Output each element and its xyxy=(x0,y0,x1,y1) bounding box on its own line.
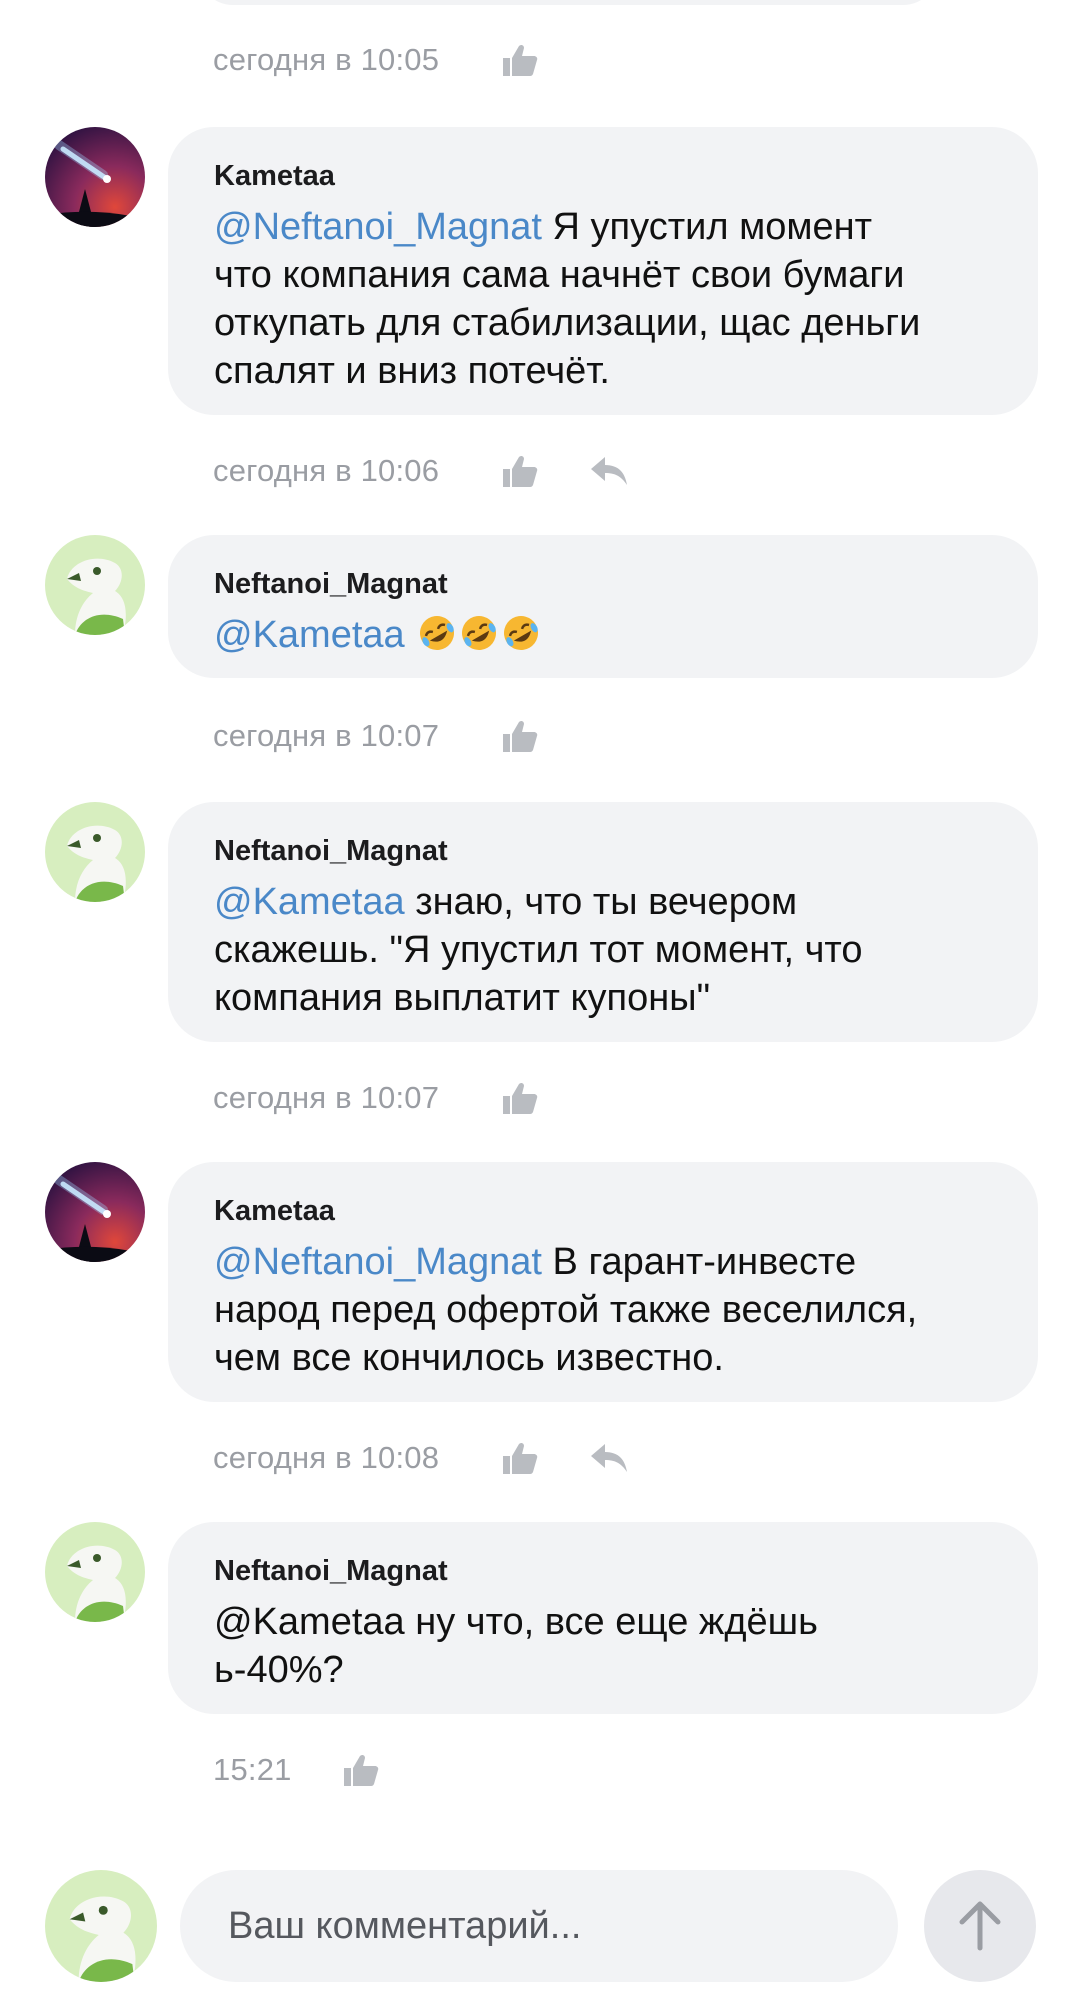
comment-text: @Neftanoi_Magnat Я упустил момент что ко… xyxy=(214,206,921,392)
mention-link[interactable]: @Neftanoi_Magnat xyxy=(214,206,542,248)
comment-meta: сегодня в 10:05 xyxy=(213,40,613,80)
bird-avatar[interactable] xyxy=(45,1522,145,1622)
rolling-on-floor-laughing-icon xyxy=(420,616,455,650)
reply-arrow-icon[interactable] xyxy=(589,1440,631,1476)
comment-time: сегодня в 10:07 xyxy=(213,718,440,753)
thumbs-up-icon[interactable] xyxy=(500,42,540,78)
comment-time: сегодня в 10:07 xyxy=(213,1080,440,1115)
rolling-on-floor-laughing-icon xyxy=(462,616,497,650)
comment-text: @Neftanoi_Magnat В гарант-инвесте народ … xyxy=(214,1241,918,1379)
comment-text: @Kametaa ну что, все еще ждёшь ь-40%? xyxy=(214,1601,818,1691)
send-button[interactable] xyxy=(924,1870,1036,1982)
comment-bubble: Kametaa @Neftanoi_Magnat В гарант-инвест… xyxy=(168,1162,1038,1402)
mention-link[interactable]: @Kametaa xyxy=(214,614,405,656)
thumbs-up-icon[interactable] xyxy=(500,1440,540,1476)
bird-avatar[interactable] xyxy=(45,802,145,902)
comment-text: @Kametaa знаю, что ты вечером скажешь. "… xyxy=(214,881,863,1019)
comment-bubble: Kametaa @Neftanoi_Magnat Я упустил момен… xyxy=(168,127,1038,415)
comment-meta: сегодня в 10:07 xyxy=(213,716,713,756)
comment-time: 15:21 xyxy=(213,1752,292,1787)
comment-author[interactable]: Kametaa xyxy=(214,1194,992,1228)
comment-meta: 15:21 xyxy=(213,1750,613,1790)
arrow-up-icon xyxy=(959,1901,1001,1951)
bird-avatar[interactable] xyxy=(45,535,145,635)
comet-avatar[interactable] xyxy=(45,127,145,227)
rolling-on-floor-laughing-icon xyxy=(504,616,539,650)
reply-arrow-icon[interactable] xyxy=(589,453,631,489)
comment-input[interactable] xyxy=(226,1903,898,1949)
comment-meta: сегодня в 10:08 xyxy=(213,1438,713,1478)
current-user-avatar xyxy=(45,1870,157,1982)
previous-comment-bubble xyxy=(198,0,938,5)
comment-bubble: Neftanoi_Magnat @Kametaa ну что, все еще… xyxy=(168,1522,1038,1714)
comment-bubble: Neftanoi_Magnat @Kametaa xyxy=(168,535,1038,678)
comment-meta: сегодня в 10:07 xyxy=(213,1078,713,1118)
comment-author[interactable]: Kametaa xyxy=(214,159,992,193)
comet-avatar[interactable] xyxy=(45,1162,145,1262)
comment-meta: сегодня в 10:06 xyxy=(213,451,713,491)
thumbs-up-icon[interactable] xyxy=(500,453,540,489)
comment-author[interactable]: Neftanoi_Magnat xyxy=(214,834,992,868)
comment-time: сегодня в 10:06 xyxy=(213,453,440,488)
comment-bubble: Neftanoi_Magnat @Kametaa знаю, что ты ве… xyxy=(168,802,1038,1042)
comment-text: @Kametaa xyxy=(214,611,992,659)
comment-author[interactable]: Neftanoi_Magnat xyxy=(214,567,992,601)
comment-input-box[interactable] xyxy=(180,1870,898,1982)
thumbs-up-icon[interactable] xyxy=(341,1752,381,1788)
comment-author[interactable]: Neftanoi_Magnat xyxy=(214,1554,992,1588)
thumbs-up-icon[interactable] xyxy=(500,718,540,754)
mention-link[interactable]: @Neftanoi_Magnat xyxy=(214,1241,542,1283)
thumbs-up-icon[interactable] xyxy=(500,1080,540,1116)
comment-time: сегодня в 10:05 xyxy=(213,42,440,77)
comment-time: сегодня в 10:08 xyxy=(213,1440,440,1475)
mention-link[interactable]: @Kametaa xyxy=(214,881,405,923)
